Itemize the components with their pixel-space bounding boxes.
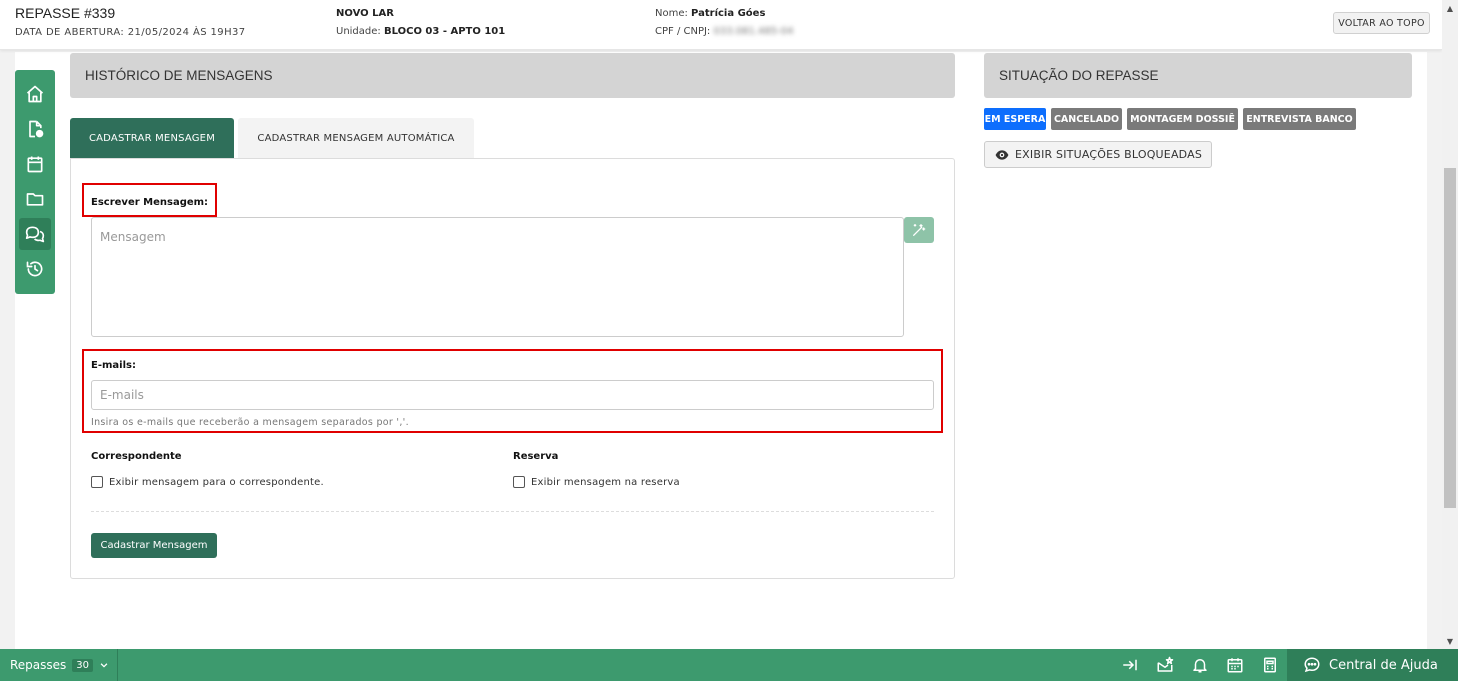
scroll-up-icon[interactable]: ▲ [1442, 0, 1458, 16]
submit-message-button[interactable]: Cadastrar Mensagem [91, 533, 217, 558]
reserve-checkbox-label: Exibir mensagem na reserva [531, 476, 680, 488]
client-cpf: CPF / CNPJ: 033.081.485-04 [655, 26, 793, 37]
client-name: Nome: Patrícia Góes [655, 8, 765, 19]
reserve-checkbox[interactable] [513, 476, 525, 488]
status-panel-title: SITUAÇÃO DO REPASSE [984, 53, 1412, 98]
eye-icon [995, 149, 1009, 160]
file-search-icon[interactable] [19, 113, 51, 145]
page-header: REPASSE #339 DATA DE ABERTURA: 21/05/202… [0, 0, 1442, 50]
sidebar [15, 70, 55, 294]
tab-register-auto-message[interactable]: CADASTRAR MENSAGEM AUTOMÁTICA [238, 118, 474, 158]
tab-register-message[interactable]: CADASTRAR MENSAGEM [70, 118, 234, 158]
name-value: Patrícia Góes [691, 8, 766, 19]
show-blocked-label: EXIBIR SITUAÇÕES BLOQUEADAS [1015, 148, 1203, 161]
repasses-label: Repasses [10, 658, 67, 672]
correspondent-option[interactable]: Exibir mensagem para o correspondente. [91, 476, 324, 488]
messages-panel-title: HISTÓRICO DE MENSAGENS [70, 53, 955, 98]
write-message-label: Escrever Mensagem: [91, 197, 209, 208]
opening-date: DATA DE ABERTURA: 21/05/2024 ÀS 19H37 [15, 27, 246, 38]
repasses-count: 30 [72, 658, 94, 672]
status-badge-waiting[interactable]: EM ESPERA [984, 108, 1046, 130]
folder-icon[interactable] [19, 183, 51, 215]
help-chat-icon [1304, 657, 1320, 673]
unit-info: Unidade: BLOCO 03 - APTO 101 [336, 26, 505, 37]
scrollbar-thumb[interactable] [1444, 168, 1456, 508]
help-center-button[interactable]: Central de Ajuda [1287, 649, 1458, 681]
magic-wand-button[interactable] [904, 217, 934, 243]
page-title: REPASSE #339 [15, 5, 116, 21]
cpf-label: CPF / CNPJ: [655, 26, 714, 37]
correspondent-checkbox-label: Exibir mensagem para o correspondente. [109, 476, 324, 488]
emails-label: E-mails: [91, 360, 136, 371]
calculator-icon[interactable] [1260, 655, 1280, 675]
unit-label: Unidade: [336, 26, 384, 37]
reserve-title: Reserva [513, 451, 559, 462]
status-badge-cancelled[interactable]: CANCELADO [1051, 108, 1122, 130]
form-divider [91, 511, 934, 512]
mail-star-icon[interactable] [1155, 655, 1175, 675]
chat-icon[interactable] [19, 218, 51, 250]
bottom-separator [117, 649, 118, 681]
help-center-label: Central de Ajuda [1329, 657, 1438, 673]
history-icon[interactable] [19, 253, 51, 285]
status-badge-bank-interview[interactable]: ENTREVISTA BANCO [1243, 108, 1356, 130]
show-blocked-button[interactable]: EXIBIR SITUAÇÕES BLOQUEADAS [984, 141, 1212, 168]
calendar-grid-icon[interactable] [1225, 655, 1245, 675]
bottom-bar: Repasses 30 Central de Ajuda [0, 649, 1458, 681]
home-icon[interactable] [19, 78, 51, 110]
back-to-top-button[interactable]: VOLTAR AO TOPO [1333, 12, 1430, 34]
repasses-selector[interactable]: Repasses 30 [10, 649, 109, 681]
magic-wand-icon [913, 224, 926, 236]
calendar-icon[interactable] [19, 148, 51, 180]
collapse-right-icon[interactable] [1120, 655, 1140, 675]
chevron-down-icon [100, 663, 108, 668]
unit-value: BLOCO 03 - APTO 101 [383, 26, 506, 37]
project-name: NOVO LAR [336, 8, 394, 19]
correspondent-checkbox[interactable] [91, 476, 103, 488]
page: REPASSE #339 DATA DE ABERTURA: 21/05/202… [0, 0, 1442, 649]
emails-help-text: Insira os e-mails que receberão a mensag… [91, 417, 409, 428]
scroll-down-icon[interactable]: ▼ [1442, 633, 1458, 649]
reserve-option[interactable]: Exibir mensagem na reserva [513, 476, 680, 488]
correspondent-title: Correspondente [91, 451, 182, 462]
message-textarea[interactable]: Mensagem [91, 217, 904, 337]
cpf-value: 033.081.485-04 [713, 26, 794, 37]
status-badge-dossier[interactable]: MONTAGEM DOSSIÊ [1127, 108, 1238, 130]
emails-input[interactable]: E-mails [91, 380, 934, 410]
name-label: Nome: [655, 8, 692, 19]
bell-icon[interactable] [1190, 655, 1210, 675]
